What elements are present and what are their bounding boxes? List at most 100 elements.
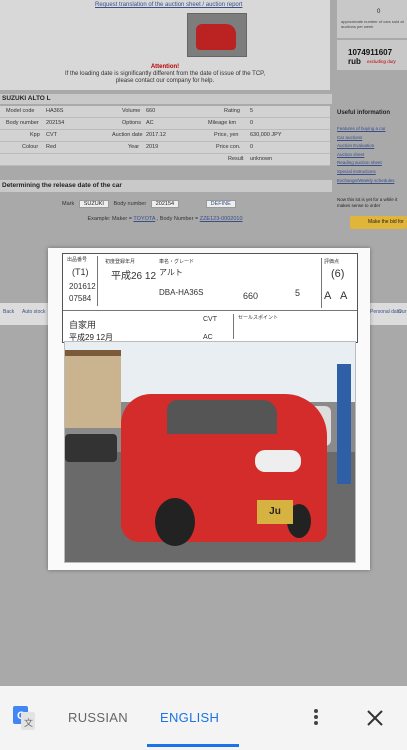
year-value: 平成26 12 bbox=[111, 271, 157, 282]
table-row: Colour Red Year 2019 Price con. 0 bbox=[0, 142, 330, 154]
cell-label: Price, yen bbox=[214, 132, 239, 138]
cell-value: 0 bbox=[250, 120, 254, 126]
auction-count-note: approximate number of cars sold at aucti… bbox=[341, 19, 404, 29]
define-button[interactable]: DEFINE bbox=[205, 200, 236, 208]
cell-label: Year bbox=[128, 144, 140, 150]
lot-note: Now this lot is yet for a while it makes… bbox=[337, 197, 398, 208]
car-plate: Ju bbox=[257, 500, 293, 524]
useful-link[interactable]: Auction Evaluation bbox=[337, 142, 407, 151]
car-photo: Ju bbox=[64, 341, 356, 563]
personal-data-link[interactable]: Personal data bbox=[370, 309, 401, 315]
useful-link[interactable]: Special instructions bbox=[337, 168, 407, 177]
lot-label: 出品番号 bbox=[67, 257, 88, 263]
release-date-title: Determining the release date of the car bbox=[0, 180, 332, 192]
photo-house bbox=[65, 350, 121, 428]
example-body-text: , Body Number = bbox=[156, 216, 199, 222]
grade-label: 評価点 bbox=[324, 259, 340, 265]
cell-value: 202154 bbox=[46, 120, 65, 126]
table-row: Kpp CVT Auction date 2017.12 Price, yen … bbox=[0, 130, 330, 142]
close-icon[interactable] bbox=[364, 707, 386, 729]
attention-line-1: If the loading date is significantly dif… bbox=[64, 71, 266, 77]
translation-request-link[interactable]: Request translation of the auction sheet… bbox=[95, 2, 242, 8]
auction-sheet-form: 出品番号 (T1) 201612 07584 初度登録年月 平成26 12 車名… bbox=[62, 253, 358, 343]
cell-label: Options bbox=[122, 120, 141, 126]
table-row: Model code HA36S Volume 660 Rating 5 bbox=[0, 106, 330, 118]
cell-label: Model code bbox=[6, 108, 35, 114]
target-language-tab[interactable]: ENGLISH bbox=[160, 710, 219, 725]
cell-label: Price con. bbox=[216, 144, 241, 150]
cell-label: Rating bbox=[224, 108, 240, 114]
svg-text:文: 文 bbox=[24, 717, 33, 728]
table-row: Body number 202154 Options AC Mileage km… bbox=[0, 118, 330, 130]
car-thumbnail[interactable] bbox=[187, 13, 247, 57]
auction-count: 0 bbox=[377, 9, 381, 15]
auction-sheet-popup[interactable]: 出品番号 (T1) 201612 07584 初度登録年月 平成26 12 車名… bbox=[48, 248, 370, 570]
useful-link[interactable]: Car auctions bbox=[337, 134, 407, 143]
grade-value: (6) bbox=[331, 268, 345, 280]
photo-blue-pole bbox=[337, 364, 351, 484]
cell-label: Volume bbox=[122, 108, 141, 114]
attention-title: Attention! bbox=[150, 64, 180, 70]
price-box: 1074911607 rub excluding duty bbox=[337, 40, 407, 70]
cell-value: 2019 bbox=[146, 144, 159, 150]
cell-label: Kpp bbox=[30, 132, 40, 138]
mark-label: Mark bbox=[62, 201, 75, 207]
attention-line-2: please contact our company for help. bbox=[115, 78, 215, 84]
year-label: 初度登録年月 bbox=[105, 259, 136, 265]
google-translate-icon[interactable]: G 文 bbox=[13, 706, 35, 730]
active-tab-indicator bbox=[147, 744, 239, 747]
example-maker-link[interactable]: TOYOTA bbox=[133, 216, 155, 222]
example-line: Example: Maker = TOYOTA , Body Number = … bbox=[0, 216, 330, 222]
make-bid-button[interactable]: Make the bid for bbox=[350, 216, 407, 229]
cell-value: unknown bbox=[250, 156, 273, 162]
grade-box: 評価点 (6) A A bbox=[321, 258, 354, 308]
use-type: 自家用 bbox=[69, 320, 97, 330]
useful-link[interactable]: Exchange/Weekly schedules bbox=[337, 177, 407, 186]
cell-value: CVT bbox=[46, 132, 57, 138]
air-conditioning: AC bbox=[203, 334, 213, 341]
photo-red-car: Ju bbox=[121, 394, 327, 546]
useful-info-list: Features of buying a car Car auctions Au… bbox=[337, 125, 407, 185]
table-row: Result unknown bbox=[0, 154, 330, 166]
car-thumbnail-image bbox=[196, 24, 236, 50]
cell-value: 660 bbox=[146, 108, 156, 114]
doors: 5 bbox=[295, 288, 301, 298]
cell-value: Red bbox=[46, 144, 57, 150]
our-link[interactable]: Our bbox=[398, 309, 406, 315]
model-value: アルト bbox=[159, 268, 183, 277]
photo-dark-car bbox=[65, 434, 117, 462]
model-code: DBA-HA36S bbox=[159, 288, 204, 297]
useful-link[interactable]: Auction sheet bbox=[337, 151, 407, 160]
mark-select[interactable]: SUZUKI bbox=[78, 200, 109, 208]
useful-link[interactable]: Features of buying a car bbox=[337, 125, 407, 134]
sales-notes: セールスポイント bbox=[233, 314, 358, 339]
lot-date: 201612 bbox=[69, 282, 96, 291]
price-note: excluding duty bbox=[367, 59, 396, 64]
lot-card: Request translation of the auction sheet… bbox=[0, 0, 330, 90]
car-headlight bbox=[255, 450, 301, 472]
cell-value: 2017.12 bbox=[146, 132, 166, 138]
lot-id: 07584 bbox=[69, 294, 92, 303]
back-link[interactable]: Back bbox=[3, 309, 14, 315]
cell-value: 0 bbox=[250, 144, 254, 150]
lot-number: (T1) bbox=[72, 267, 89, 277]
model-label: 車名・グレード bbox=[159, 259, 195, 265]
divider bbox=[63, 310, 357, 311]
auction-count-box: 0 approximate number of cars sold at auc… bbox=[337, 0, 407, 38]
example-text: Example: Maker = bbox=[87, 216, 132, 222]
more-options-icon[interactable] bbox=[311, 707, 321, 729]
cell-label: Auction date bbox=[112, 132, 143, 138]
source-language-tab[interactable]: RUSSIAN bbox=[68, 710, 128, 725]
body-number-label: Body number bbox=[113, 201, 147, 207]
engine-cc: 660 bbox=[243, 291, 259, 301]
transmission: CVT bbox=[203, 316, 217, 323]
exterior-score: A bbox=[340, 290, 348, 302]
auto-stock-link[interactable]: Auto stock bbox=[22, 309, 45, 315]
interior-score: A bbox=[324, 290, 332, 302]
useful-link[interactable]: Reading auction sheet bbox=[337, 159, 407, 168]
body-number-input[interactable]: 202154 bbox=[150, 200, 180, 208]
cell-value: 5 bbox=[250, 108, 254, 114]
example-body-link[interactable]: ZZE123-0002010 bbox=[200, 216, 243, 222]
car-windshield bbox=[167, 400, 277, 434]
cell-label: Result bbox=[228, 156, 244, 162]
